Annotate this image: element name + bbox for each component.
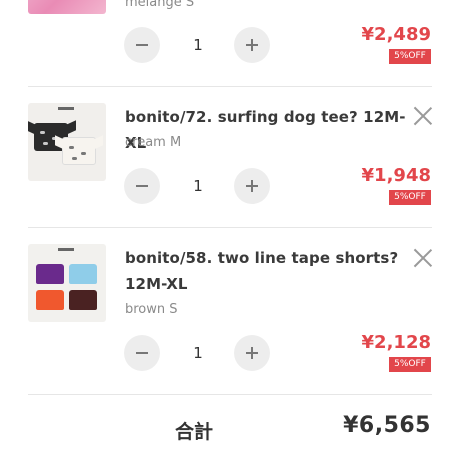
increase-quantity-button[interactable] — [234, 335, 270, 371]
decrease-quantity-button[interactable] — [124, 168, 160, 204]
close-icon[interactable] — [413, 248, 433, 268]
item-price: ¥2,128 — [361, 332, 431, 353]
discount-badge: 5%OFF — [389, 190, 431, 205]
cart-item: bonito/58. two line tape shorts? 12M-XL … — [0, 228, 460, 394]
product-thumbnail[interactable] — [28, 244, 106, 322]
brand-mark — [58, 107, 74, 110]
item-variant: melange S — [125, 0, 195, 10]
increase-quantity-button[interactable] — [234, 168, 270, 204]
cart-item: melange S 1 ¥2,489 5%OFF — [0, 0, 460, 86]
item-variant: cream M — [125, 135, 182, 150]
quantity-value: 1 — [193, 344, 203, 362]
shorts-image-orange — [36, 290, 64, 310]
discount-badge: 5%OFF — [389, 357, 431, 372]
shorts-image-purple — [36, 264, 64, 284]
item-title[interactable]: bonito/58. two line tape shorts? 12M-XL — [125, 245, 410, 297]
tee-image-cream — [62, 137, 96, 165]
brand-mark — [58, 248, 74, 251]
decrease-quantity-button[interactable] — [124, 27, 160, 63]
divider — [28, 394, 432, 395]
close-icon[interactable] — [413, 106, 433, 126]
total-value: ¥6,565 — [343, 413, 431, 438]
item-price: ¥1,948 — [361, 165, 431, 186]
shorts-image-brown — [69, 290, 97, 310]
shorts-image-blue — [69, 264, 97, 284]
total-label: 合計 — [175, 421, 214, 443]
quantity-value: 1 — [193, 177, 203, 195]
quantity-value: 1 — [193, 36, 203, 54]
item-variant: brown S — [125, 302, 178, 317]
cart-item: bonito/72. surfing dog tee? 12M-XL cream… — [0, 87, 460, 227]
decrease-quantity-button[interactable] — [124, 335, 160, 371]
item-price: ¥2,489 — [361, 24, 431, 45]
product-thumbnail[interactable] — [28, 103, 106, 181]
product-thumbnail[interactable] — [28, 0, 106, 14]
discount-badge: 5%OFF — [389, 49, 431, 64]
increase-quantity-button[interactable] — [234, 27, 270, 63]
